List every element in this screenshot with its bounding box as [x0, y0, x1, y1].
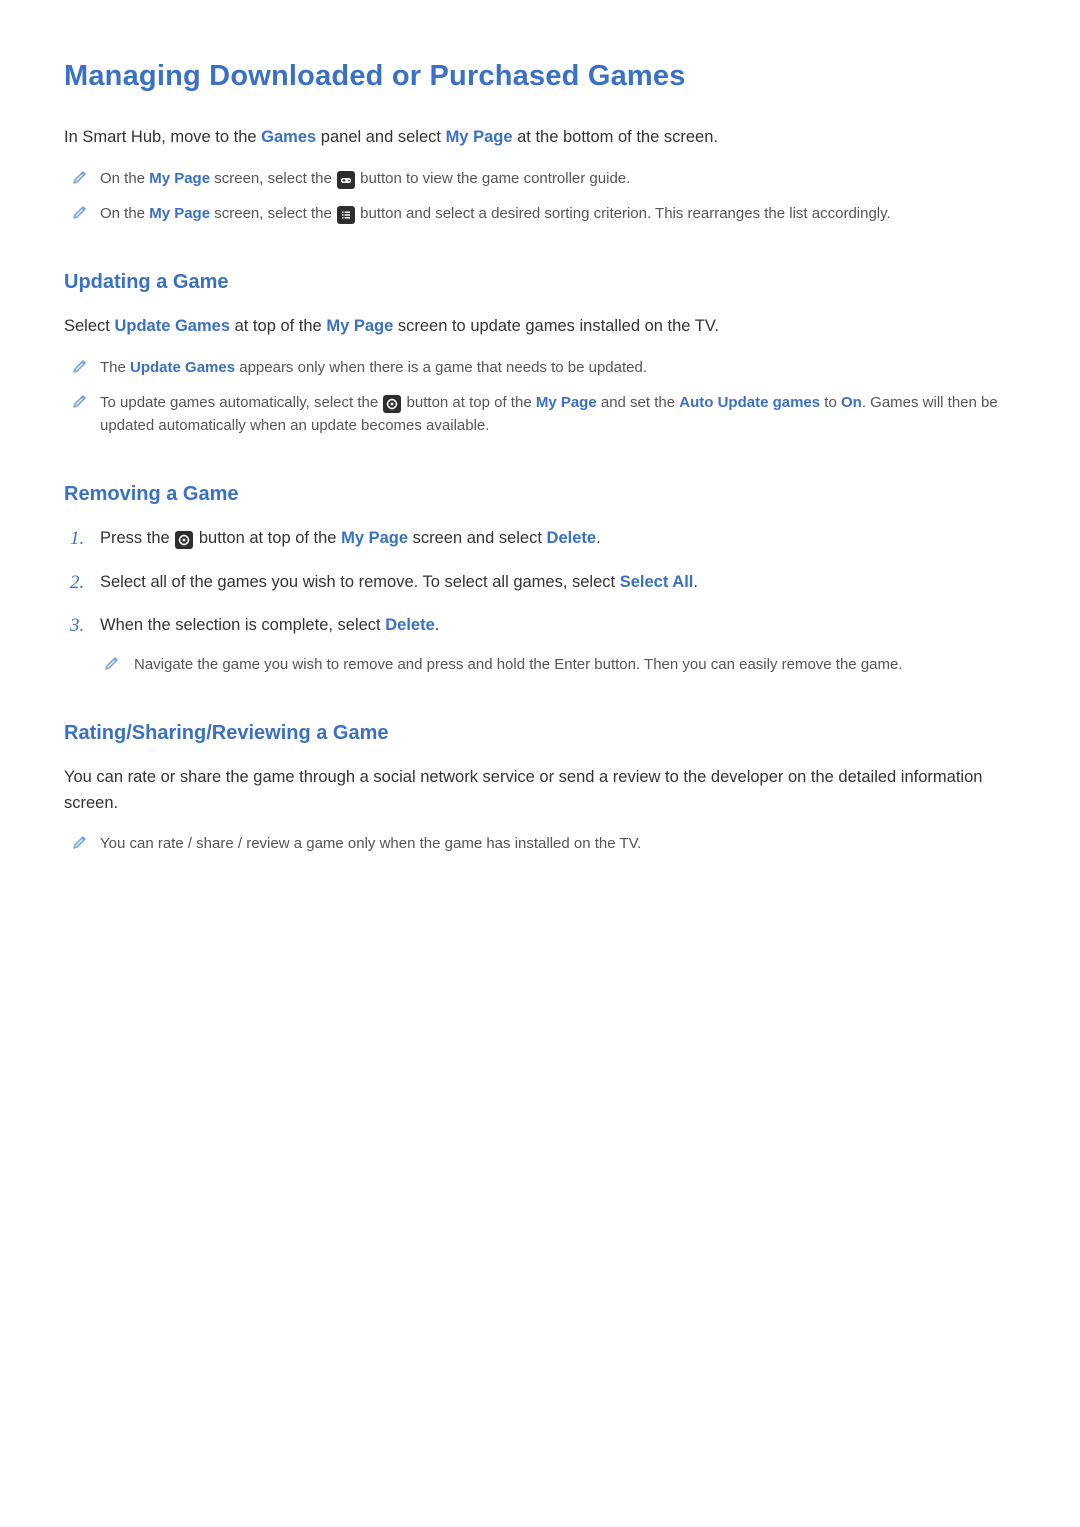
note-item: The Update Games appears only when there… — [64, 356, 1016, 379]
intro-paragraph: In Smart Hub, move to the Games panel an… — [64, 125, 1016, 151]
gear-icon — [175, 531, 193, 549]
updating-lead: Select Update Games at top of the My Pag… — [64, 314, 1016, 340]
section-heading-updating: Updating a Game — [64, 267, 1016, 298]
note-item: Navigate the game you wish to remove and… — [100, 653, 1016, 676]
my-page-label: My Page — [446, 128, 513, 146]
pencil-icon — [72, 358, 88, 374]
pencil-icon — [72, 204, 88, 220]
pencil-icon — [72, 169, 88, 185]
games-panel-label: Games — [261, 128, 316, 146]
step-item: Select all of the games you wish to remo… — [64, 570, 1016, 596]
list-icon — [337, 206, 355, 224]
rating-lead: You can rate or share the game through a… — [64, 765, 1016, 816]
removing-steps: Press the button at top of the My Page s… — [64, 526, 1016, 676]
gear-icon — [383, 395, 401, 413]
rating-note-list: You can rate / share / review a game onl… — [64, 832, 1016, 855]
controller-icon — [337, 171, 355, 189]
page-title: Managing Downloaded or Purchased Games — [64, 54, 1016, 99]
section-heading-rating: Rating/Sharing/Reviewing a Game — [64, 718, 1016, 749]
pencil-icon — [72, 834, 88, 850]
note-item: To update games automatically, select th… — [64, 391, 1016, 438]
intro-note-list: On the My Page screen, select the button… — [64, 167, 1016, 226]
step-note-list: Navigate the game you wish to remove and… — [100, 653, 1016, 676]
pencil-icon — [104, 655, 120, 671]
pencil-icon — [72, 393, 88, 409]
step-item: When the selection is complete, select D… — [64, 613, 1016, 676]
updating-note-list: The Update Games appears only when there… — [64, 356, 1016, 438]
section-heading-removing: Removing a Game — [64, 479, 1016, 510]
step-item: Press the button at top of the My Page s… — [64, 526, 1016, 552]
note-item: On the My Page screen, select the button… — [64, 167, 1016, 190]
document-page: Managing Downloaded or Purchased Games I… — [0, 0, 1080, 932]
note-item: You can rate / share / review a game onl… — [64, 832, 1016, 855]
note-item: On the My Page screen, select the button… — [64, 202, 1016, 225]
step-note-text: Navigate the game you wish to remove and… — [134, 656, 903, 673]
rating-note-text: You can rate / share / review a game onl… — [100, 835, 641, 852]
